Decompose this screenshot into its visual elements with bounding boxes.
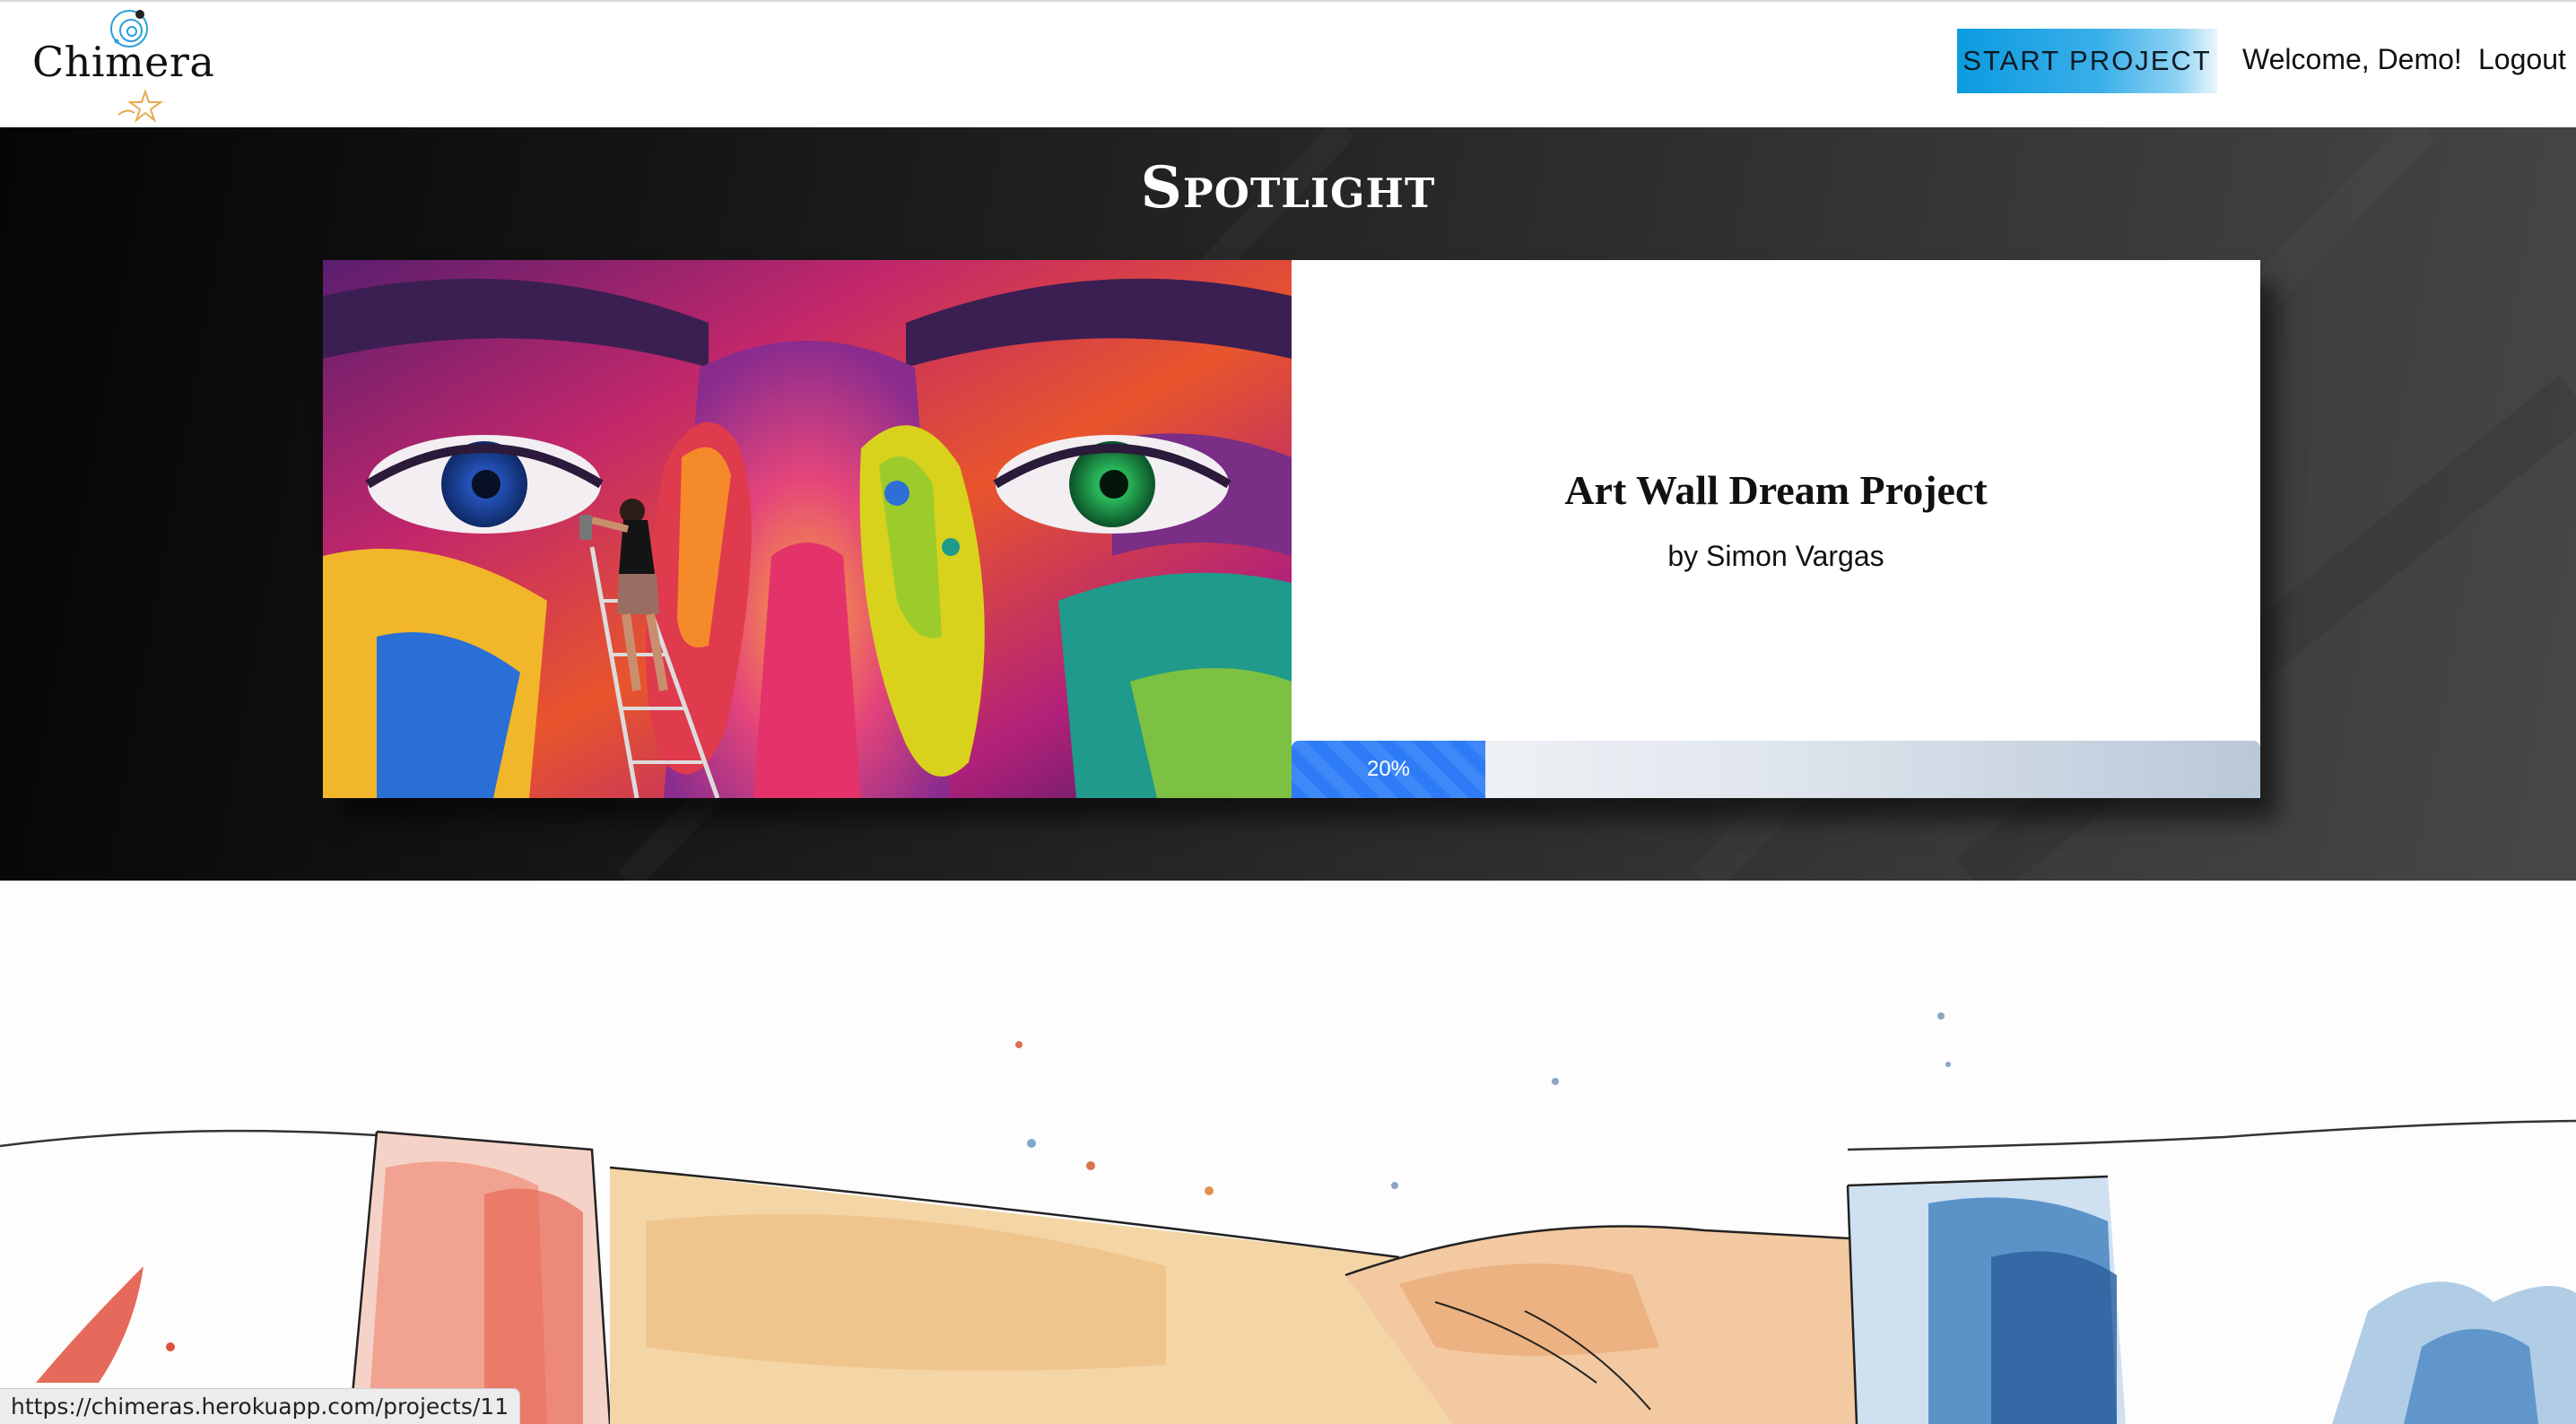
spotlight-project-card[interactable]: Art Wall Dream Project by Simon Vargas 2…: [323, 260, 2260, 798]
funding-progress-bar: 20%: [1292, 741, 2260, 798]
start-project-button[interactable]: START PROJECT: [1957, 29, 2217, 93]
top-navbar: Chimera START PROJECT Welcome, Demo! Log…: [0, 0, 2576, 127]
logo-text: Chimera: [32, 38, 215, 86]
handshake-watercolor: [0, 1012, 2576, 1424]
status-bar-url: https://chimeras.herokuapp.com/projects/…: [0, 1388, 521, 1424]
project-author: by Simon Vargas: [1667, 540, 1884, 572]
progress-label: 20%: [1366, 757, 1411, 781]
welcome-message: Welcome, Demo!: [2242, 43, 2462, 75]
spotlight-heading: Spotlight: [1140, 154, 1436, 221]
face-mural-artwork: [323, 260, 1292, 798]
progress-fill: 20%: [1292, 741, 1485, 798]
logout-link[interactable]: Logout: [2478, 43, 2566, 76]
project-image[interactable]: [323, 260, 1292, 798]
spotlight-section: Spotlight Art Wall Dream Project by Simo…: [0, 127, 2576, 881]
hero-handshake-illustration: [0, 881, 2576, 1424]
project-info-panel: Art Wall Dream Project by Simon Vargas 2…: [1292, 260, 2260, 798]
project-title[interactable]: Art Wall Dream Project: [1292, 466, 2260, 514]
chimera-logo[interactable]: Chimera: [27, 5, 215, 123]
star-icon: [117, 88, 164, 123]
